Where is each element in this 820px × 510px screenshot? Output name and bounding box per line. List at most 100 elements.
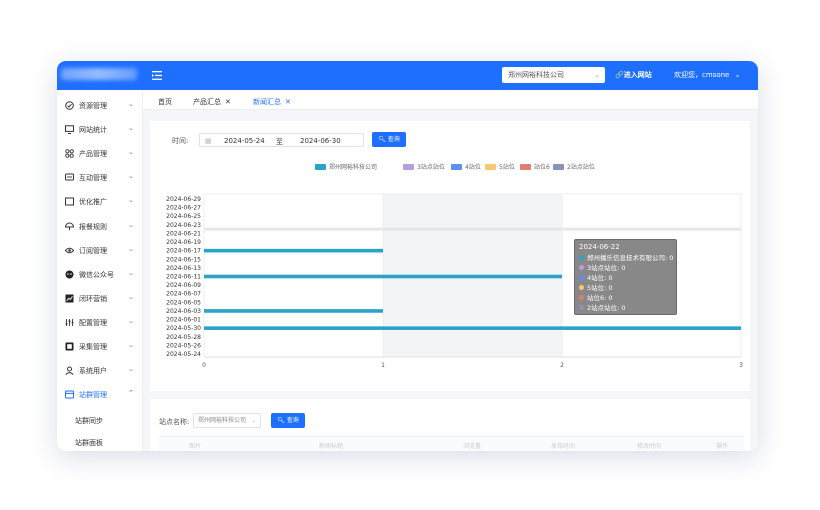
tab-home[interactable]: 首页	[158, 97, 172, 107]
sidebar-item[interactable]: 优化推广 ⌄	[57, 190, 143, 214]
legend-item[interactable]: 郑州网裕科技公司	[315, 162, 377, 171]
chevron-down-icon: ⌄	[128, 196, 134, 205]
top-bar: 郑州网裕科技公司 ⌄ 🔗进入网站 欢迎您，cmsone ⌄	[57, 61, 758, 90]
date-range-picker[interactable]: ▦ 2024-05-24 至 2024-06-30	[199, 133, 364, 147]
chevron-down-icon: ⌄	[128, 124, 134, 133]
tooltip-title: 2024-06-22	[579, 243, 620, 251]
sidebar-item[interactable]: 互动管理 ⌄	[57, 166, 143, 190]
site-query-button[interactable]: 🔍︎ 查询	[271, 413, 305, 428]
sidebar-item-label: 互动管理	[79, 174, 107, 183]
company-select[interactable]: 郑州网裕科技公司 ⌄	[502, 67, 605, 83]
window-icon	[65, 197, 74, 206]
close-icon[interactable]: ✕	[225, 98, 231, 106]
tab-label: 新闻汇总	[253, 98, 281, 106]
sidebar-subitem[interactable]: 站群面板	[75, 438, 103, 448]
legend-label: 5站位	[499, 164, 515, 171]
calendar-icon: ▦	[205, 137, 212, 145]
sidebar-item-label: 网站统计	[79, 126, 107, 135]
legend-label: 站位6	[534, 164, 550, 171]
close-icon[interactable]: ✕	[285, 98, 291, 106]
series-dot	[579, 265, 584, 270]
sidebar-item[interactable]: 微信公众号 ⌄	[57, 263, 143, 287]
query-label: 查询	[387, 136, 400, 143]
tooltip-row: 3站点站位: 0	[579, 263, 672, 273]
sidebar-item-label: 优化推广	[79, 198, 107, 207]
query-label: 查询	[286, 417, 299, 424]
welcome-text: 欢迎您，cmsone	[674, 71, 730, 79]
sidebar-item-label: 产品管理	[79, 150, 107, 159]
chevron-down-icon: ⌄	[128, 244, 134, 253]
sidebar-item[interactable]: 订阅管理 ⌄	[57, 239, 143, 263]
menu-toggle-icon[interactable]	[152, 71, 162, 80]
chat-icon	[65, 173, 74, 181]
sidebar-item[interactable]: 站群管理 ⌃	[57, 383, 143, 407]
grid-icon	[65, 149, 74, 158]
sidebar-item[interactable]: 资源管理 ⌄	[57, 94, 143, 118]
legend-item[interactable]: 4站位	[451, 162, 481, 171]
sidebar-item[interactable]: 配置管理 ⌄	[57, 311, 143, 335]
legend-item[interactable]: 3站点站位	[403, 162, 445, 171]
start-date[interactable]: 2024-05-24	[224, 137, 265, 145]
chart-tooltip: 2024-06-22 郑州播乐信息技术有限公司: 0 3站点站位: 0 4站位: 0…	[574, 239, 677, 315]
end-date[interactable]: 2024-06-30	[300, 137, 341, 145]
tooltip-row: 2站点站位: 0	[579, 303, 672, 313]
sidebar-item-label: 配置管理	[79, 318, 107, 327]
sidebar-item-label: 报餐规则	[79, 222, 107, 231]
tab-news-summary[interactable]: 新闻汇总 ✕	[253, 97, 291, 107]
table-header-cell: 浏览量	[463, 443, 482, 450]
legend-item[interactable]: 2站点站位	[553, 162, 595, 171]
chevron-down-icon: ⌄	[594, 71, 600, 79]
sidebar-item[interactable]: 闭环营销 ⌄	[57, 287, 143, 311]
site-name-label: 站点名称:	[159, 418, 190, 426]
chevron-down-icon: ⌄	[128, 365, 134, 374]
sidebar-item[interactable]: 产品管理 ⌄	[57, 142, 143, 166]
chevron-down-icon: ⌄	[734, 71, 741, 79]
sidebar-item[interactable]: 网站统计 ⌄	[57, 118, 143, 142]
tooltip-row: 郑州播乐信息技术有限公司: 0	[579, 253, 673, 263]
folder-icon	[65, 101, 74, 110]
sidebar-subitem[interactable]: 站群同步	[75, 416, 103, 426]
tooltip-row-text: 4站位: 0	[587, 274, 613, 282]
sidebar-item[interactable]: 报餐规则 ⌄	[57, 215, 143, 239]
user-menu[interactable]: 欢迎您，cmsone ⌄	[674, 70, 740, 80]
site-select-value: 郑州网裕科技公司	[198, 417, 247, 424]
legend-swatch	[315, 164, 326, 170]
tooltip-row-text: 5站位: 0	[587, 284, 613, 292]
tab-label: 产品汇总	[193, 98, 221, 106]
enter-site-link[interactable]: 🔗进入网站	[615, 70, 652, 80]
umbrella-icon	[65, 222, 74, 230]
sidebar-item-label: 采集管理	[79, 343, 107, 351]
legend-item[interactable]: 站位6	[520, 162, 550, 171]
legend-swatch	[553, 164, 564, 170]
sidebar-item[interactable]: 系统用户 ⌄	[57, 359, 143, 383]
monitor-icon	[65, 125, 74, 135]
time-label: 时间:	[172, 137, 189, 145]
chevron-down-icon: ⌄	[128, 268, 134, 277]
sidebar-item-label: 闭环营销	[79, 294, 107, 303]
app-window: 郑州网裕科技公司 ⌄ 🔗进入网站 欢迎您，cmsone ⌄ 资源管理 ⌄ 网站统计 ⌄…	[57, 61, 758, 451]
legend-swatch	[403, 164, 414, 170]
legend-label: 4站位	[465, 164, 481, 171]
legend-swatch	[520, 164, 531, 170]
query-button[interactable]: 🔍︎ 查询	[372, 132, 406, 147]
link-icon: 🔗	[615, 71, 624, 79]
chevron-down-icon: ⌄	[128, 341, 134, 349]
table-header-cell: 发布时间	[551, 443, 576, 450]
table-header: 图片 新闻标题 浏览量 发布时间 修改时间 操作	[159, 436, 744, 451]
tooltip-row-text: 站位6: 0	[587, 294, 613, 302]
table-header-cell: 修改时间	[637, 443, 662, 450]
legend-item[interactable]: 5站位	[485, 162, 515, 171]
chevron-down-icon: ⌄	[128, 220, 134, 229]
tab-product-summary[interactable]: 产品汇总 ✕	[193, 97, 231, 107]
legend-swatch	[451, 164, 462, 170]
legend-swatch	[485, 164, 496, 170]
sidebar-item[interactable]: 采集管理 ⌄	[57, 335, 143, 359]
legend-label: 2站点站位	[567, 164, 595, 171]
tabs-bar: 首页 产品汇总 ✕ 新闻汇总 ✕	[143, 90, 758, 110]
site-select[interactable]: 郑州网裕科技公司 ⌄	[193, 413, 261, 428]
sidebar: 资源管理 ⌄ 网站统计 ⌄ 产品管理 ⌄ 互动管理 ⌄ 优化推广 ⌄ 报餐规则 ⌄ 订阅管理 ⌄ 微信公众号…	[57, 90, 143, 451]
chevron-down-icon: ⌄	[128, 316, 134, 325]
series-dot	[579, 255, 584, 260]
chevron-down-icon: ⌄	[128, 148, 134, 157]
chevron-down-icon: ⌄	[128, 292, 134, 301]
